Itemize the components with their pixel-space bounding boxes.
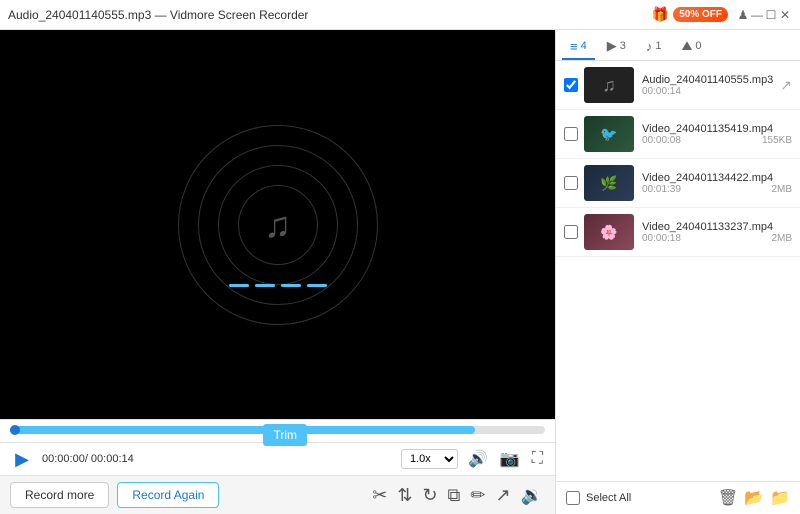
- progress-area[interactable]: Trim: [0, 419, 555, 442]
- play-button[interactable]: ▶: [10, 447, 34, 471]
- image-tab-icon: ⛰: [681, 38, 692, 54]
- list-item[interactable]: 🌿 Video_240401134422.mp4 00:01:39 2MB: [556, 159, 800, 208]
- dash-3: [281, 284, 301, 287]
- video-area: ♫: [0, 30, 555, 419]
- tab-audio-count: 1: [655, 40, 661, 52]
- file-name-3: Video_240401133237.mp4: [642, 221, 792, 233]
- file-duration-2: 00:01:39: [642, 184, 681, 195]
- tab-video[interactable]: ▶ 3: [599, 34, 634, 60]
- select-all-label: Select All: [586, 492, 631, 504]
- file-info-1: Video_240401135419.mp4 00:00:08 155KB: [642, 123, 792, 146]
- tab-all[interactable]: ≡ 4: [562, 34, 595, 60]
- list-item[interactable]: ♫ Audio_240401140555.mp3 00:00:14 ↗: [556, 61, 800, 110]
- promo-badge[interactable]: 50% OFF: [673, 7, 728, 22]
- file-meta-2: 00:01:39 2MB: [642, 184, 792, 195]
- music-note-icon: ♫: [264, 204, 291, 246]
- file-size-2: 2MB: [771, 184, 792, 195]
- tab-video-count: 3: [620, 40, 626, 52]
- file-check-2[interactable]: [564, 176, 578, 190]
- right-bottom-tools: 🗑 📂 📁: [718, 488, 790, 508]
- record-again-button[interactable]: Record Again: [117, 482, 219, 508]
- file-info-3: Video_240401133237.mp4 00:00:18 2MB: [642, 221, 792, 244]
- file-tabs: ≡ 4 ▶ 3 ♪ 1 ⛰ 0: [556, 30, 800, 61]
- camera-icon[interactable]: 📷: [498, 447, 522, 471]
- tab-audio[interactable]: ♪ 1: [638, 34, 670, 60]
- file-info-0: Audio_240401140555.mp3 00:00:14: [642, 74, 776, 97]
- duplicate-icon[interactable]: ⧉: [446, 483, 463, 508]
- dash-1: [229, 284, 249, 287]
- file-check-0[interactable]: [564, 78, 578, 92]
- file-duration-3: 00:00:18: [642, 233, 681, 244]
- main-layout: ♫ Trim ▶ 00:00:00/ 00:00:14 0.5x: [0, 30, 800, 514]
- file-check-3[interactable]: [564, 225, 578, 239]
- file-thumb-2: 🌿: [584, 165, 634, 201]
- titlebar-user-icon[interactable]: ♟: [736, 8, 750, 22]
- rotate-icon[interactable]: ↻: [420, 483, 439, 508]
- close-button[interactable]: ✕: [778, 8, 792, 22]
- file-duration-1: 00:00:08: [642, 135, 681, 146]
- audio-tab-icon: ♪: [646, 39, 653, 54]
- music-visual: ♫: [178, 125, 378, 325]
- video-thumb-1: 🐦: [600, 126, 617, 143]
- list-item[interactable]: 🐦 Video_240401135419.mp4 00:00:08 155KB: [556, 110, 800, 159]
- window-title: Audio_240401140555.mp3 — Vidmore Screen …: [8, 8, 652, 22]
- bottom-right-tools: ✂ ⇅ ↻ ⧉ ✏ ↗ 🔉: [370, 483, 545, 508]
- file-meta-3: 00:00:18 2MB: [642, 233, 792, 244]
- trim-button[interactable]: Trim: [263, 424, 307, 446]
- file-check-1[interactable]: [564, 127, 578, 141]
- volume-adjust-icon[interactable]: 🔉: [519, 483, 545, 508]
- file-name-1: Video_240401135419.mp4: [642, 123, 792, 135]
- edit-icon[interactable]: ✏: [468, 483, 487, 508]
- file-thumb-3: 🌸: [584, 214, 634, 250]
- file-name-0: Audio_240401140555.mp3: [642, 74, 776, 86]
- tab-image[interactable]: ⛰ 0: [673, 34, 709, 60]
- file-thumb-0: ♫: [584, 67, 634, 103]
- file-size-1: 155KB: [762, 135, 792, 146]
- list-item[interactable]: 🌸 Video_240401133237.mp4 00:00:18 2MB: [556, 208, 800, 257]
- maximize-button[interactable]: ☐: [764, 8, 778, 22]
- select-all-checkbox[interactable]: [566, 491, 580, 505]
- right-panel: ≡ 4 ▶ 3 ♪ 1 ⛰ 0 ♫: [555, 30, 800, 514]
- file-meta-0: 00:00:14: [642, 86, 776, 97]
- delete-button[interactable]: 🗑: [718, 488, 738, 508]
- adjust-icon[interactable]: ⇅: [395, 483, 414, 508]
- file-thumb-1: 🐦: [584, 116, 634, 152]
- file-info-2: Video_240401134422.mp4 00:01:39 2MB: [642, 172, 792, 195]
- gift-icon: 🎁: [652, 6, 669, 23]
- dash-2: [255, 284, 275, 287]
- titlebar: Audio_240401140555.mp3 — Vidmore Screen …: [0, 0, 800, 30]
- fullscreen-icon[interactable]: ⛶: [530, 448, 545, 470]
- video-thumb-2: 🌿: [600, 175, 617, 192]
- file-meta-1: 00:00:08 155KB: [642, 135, 792, 146]
- progress-fill: [10, 426, 475, 434]
- select-all-bar: Select All 🗑 📂 📁: [556, 481, 800, 514]
- volume-icon[interactable]: 🔊: [466, 447, 490, 471]
- file-list: ♫ Audio_240401140555.mp3 00:00:14 ↗ 🐦: [556, 61, 800, 481]
- controls-bar: ▶ 00:00:00/ 00:00:14 0.5x 0.75x 1.0x 1.2…: [0, 442, 555, 475]
- folder-button[interactable]: 📁: [770, 488, 790, 508]
- time-display: 00:00:00/ 00:00:14: [42, 453, 134, 465]
- list-icon: ≡: [570, 39, 578, 54]
- audio-dashes: [229, 284, 327, 287]
- tab-all-count: 4: [581, 40, 587, 52]
- share-icon[interactable]: ↗: [493, 483, 512, 508]
- share-icon-0[interactable]: ↗: [780, 77, 792, 94]
- scissors-icon[interactable]: ✂: [370, 483, 389, 508]
- video-thumb-3: 🌸: [600, 224, 617, 241]
- audio-thumb-icon: ♫: [602, 75, 616, 96]
- open-folder-button[interactable]: 📂: [744, 488, 764, 508]
- file-name-2: Video_240401134422.mp4: [642, 172, 792, 184]
- progress-thumb: [10, 425, 20, 435]
- file-size-3: 2MB: [771, 233, 792, 244]
- dash-4: [307, 284, 327, 287]
- bottom-bar: Record more Record Again ✂ ⇅ ↻ ⧉ ✏ ↗ 🔉: [0, 475, 555, 514]
- video-tab-icon: ▶: [607, 38, 617, 54]
- speed-select[interactable]: 0.5x 0.75x 1.0x 1.25x 1.5x 2.0x: [401, 449, 458, 469]
- left-panel: ♫ Trim ▶ 00:00:00/ 00:00:14 0.5x: [0, 30, 555, 514]
- record-more-button[interactable]: Record more: [10, 482, 109, 508]
- tab-image-count: 0: [695, 40, 701, 52]
- file-duration-0: 00:00:14: [642, 86, 681, 97]
- minimize-button[interactable]: —: [750, 8, 764, 22]
